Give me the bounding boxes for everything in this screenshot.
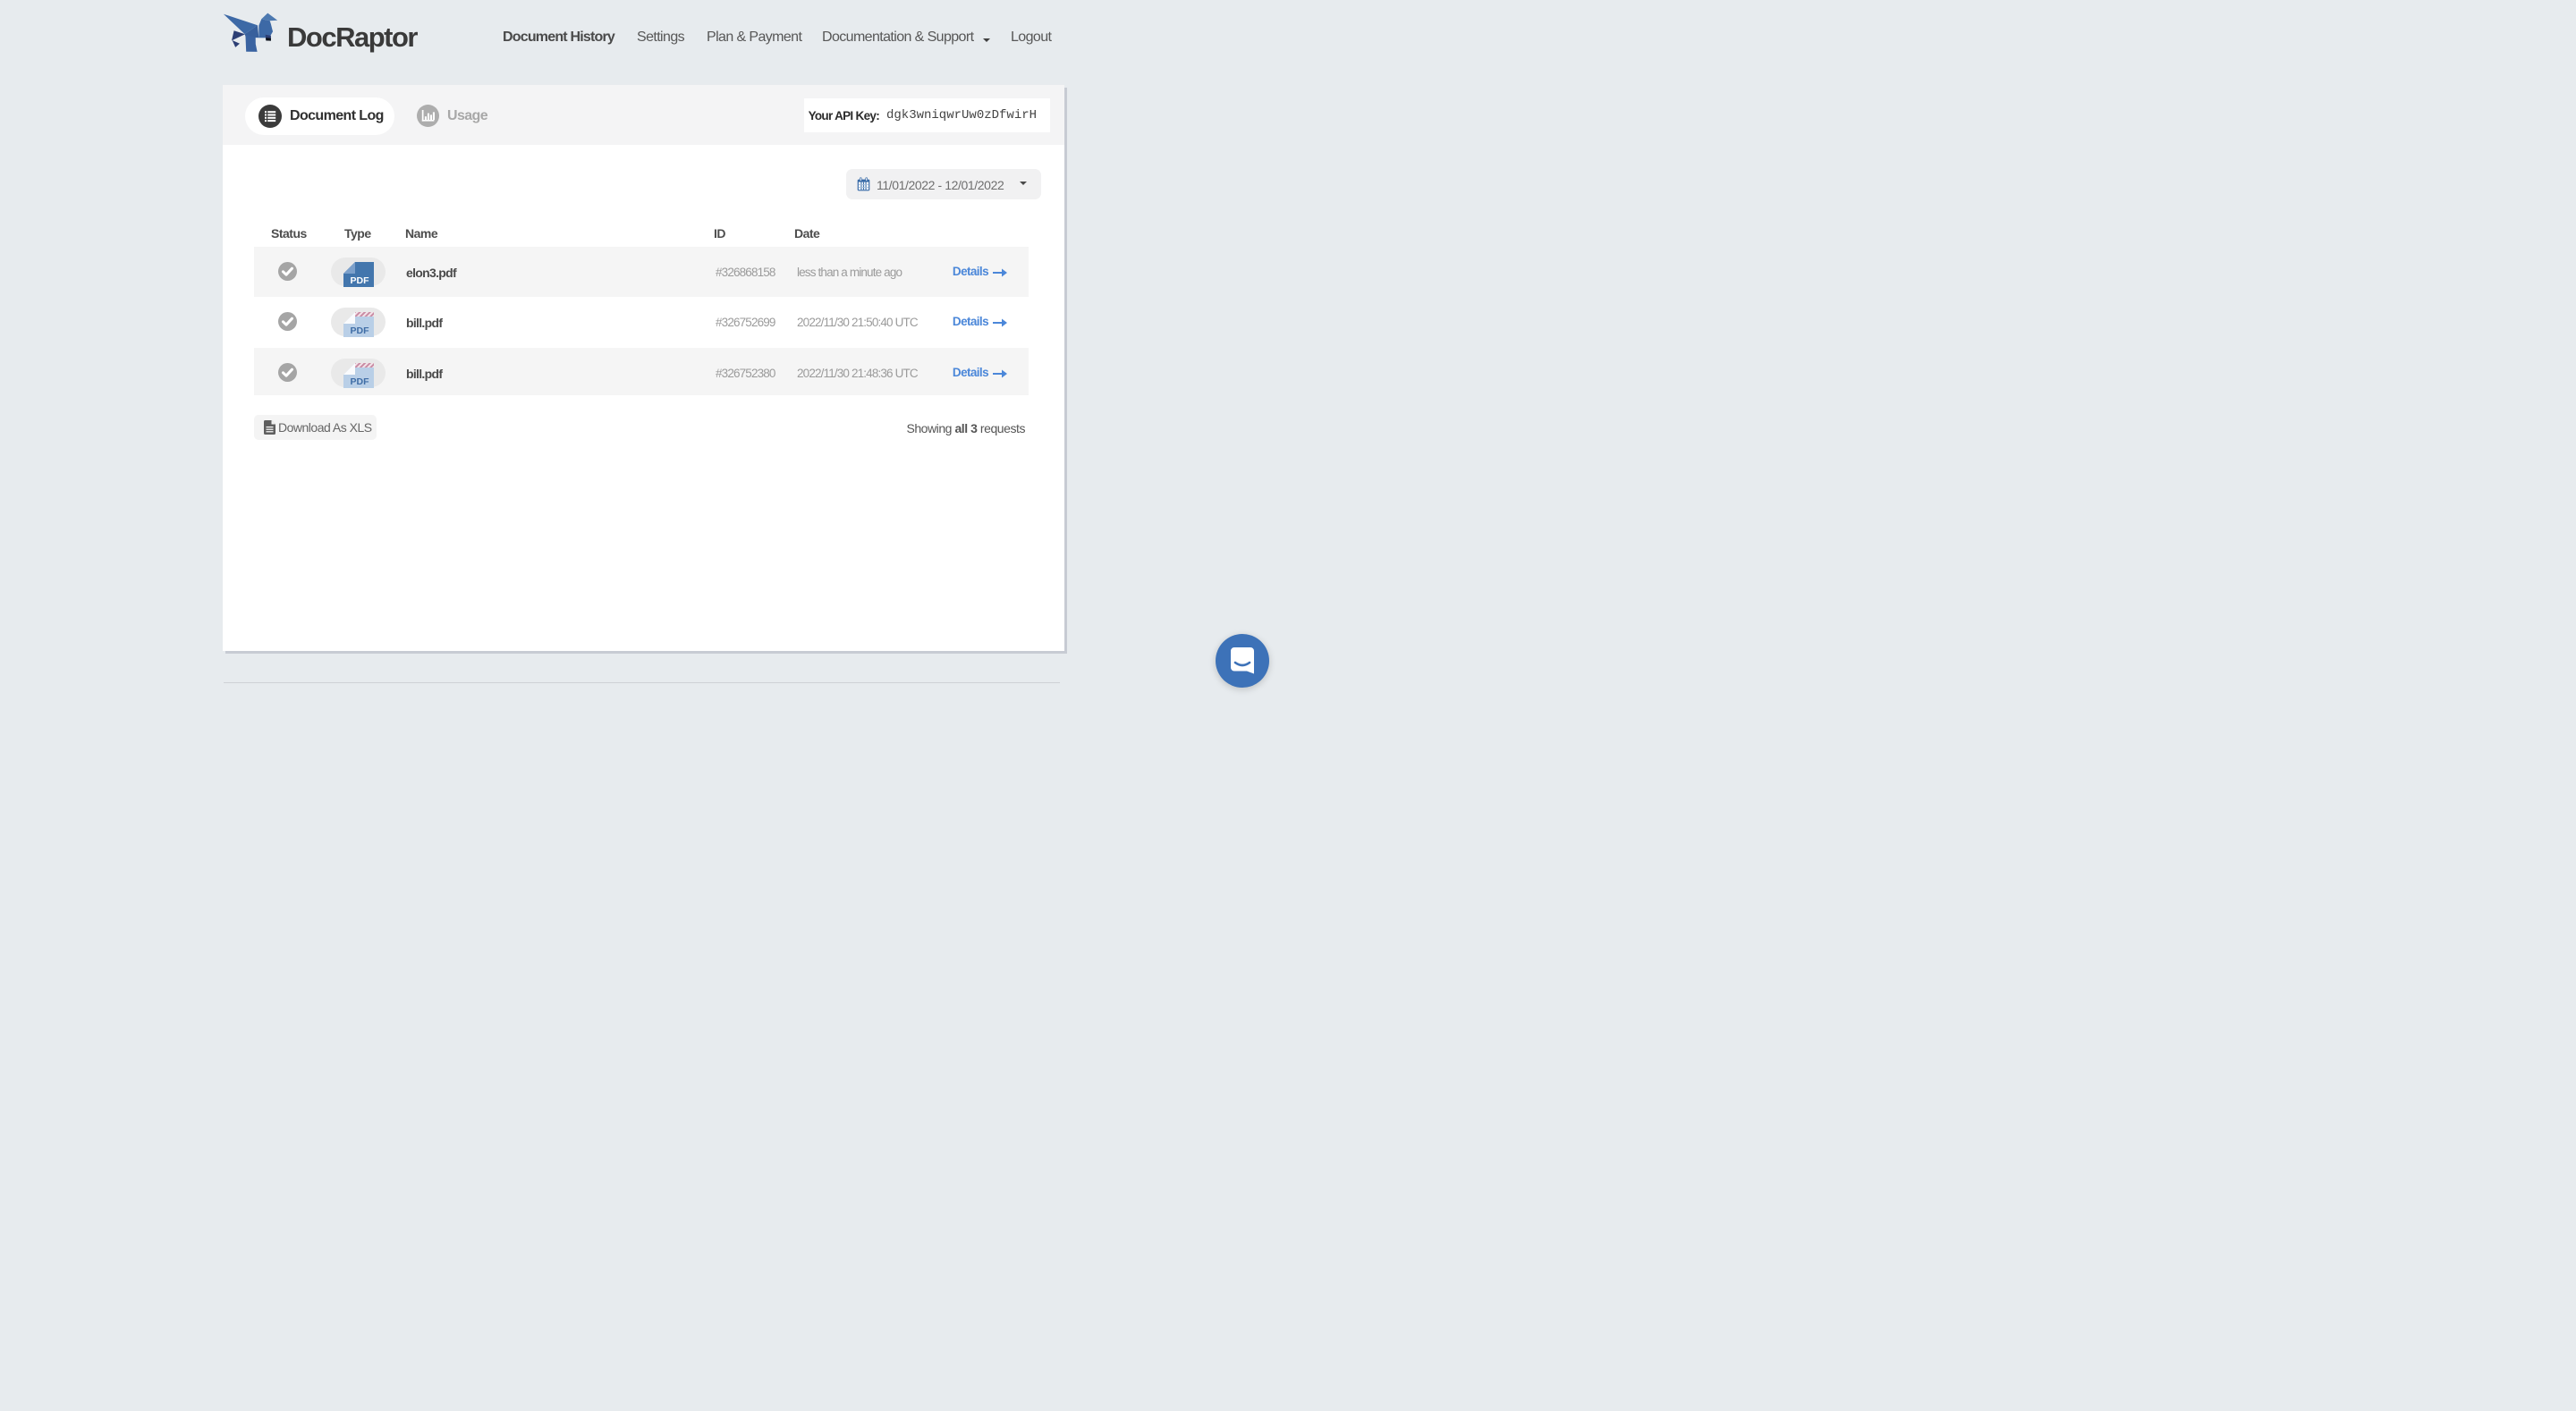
svg-text:PDF: PDF xyxy=(351,376,370,387)
svg-text:PDF: PDF xyxy=(351,325,370,336)
svg-text:PDF: PDF xyxy=(351,275,370,286)
